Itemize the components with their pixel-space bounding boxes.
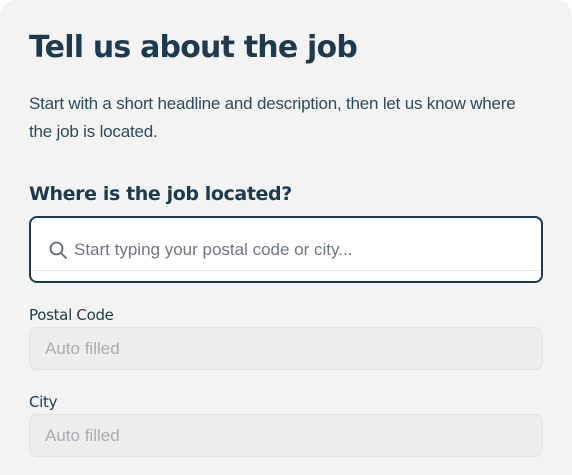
location-search-input[interactable]: [74, 232, 524, 268]
city-field: [29, 414, 543, 457]
location-search-box[interactable]: [29, 216, 543, 283]
postal-code-label: Postal Code: [29, 306, 114, 324]
page-title: Tell us about the job: [29, 30, 358, 65]
search-divider: [31, 270, 541, 271]
postal-code-field: [29, 327, 543, 370]
page-description: Start with a short headline and descript…: [29, 94, 516, 141]
job-location-card: Tell us about the job Start with a short…: [0, 0, 572, 475]
search-icon: [48, 240, 68, 260]
city-label: City: [29, 393, 58, 411]
location-section-heading: Where is the job located?: [29, 183, 292, 205]
